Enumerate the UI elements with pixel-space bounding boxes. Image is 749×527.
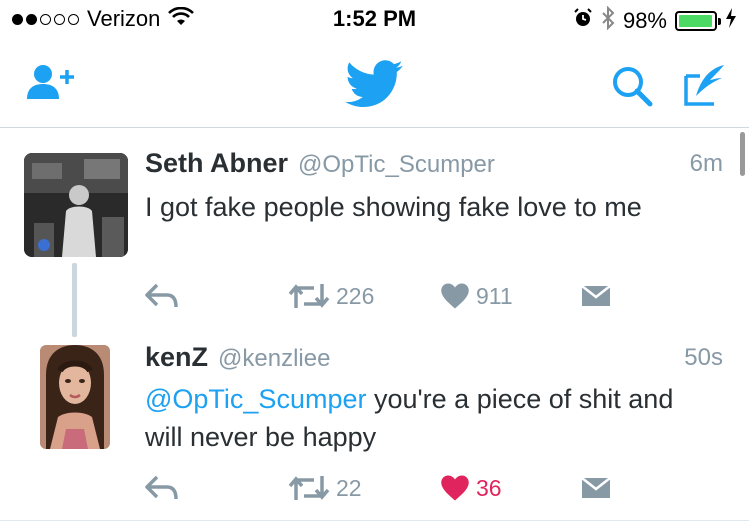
retweet-count: 22 bbox=[336, 474, 362, 501]
timestamp: 50s bbox=[684, 344, 723, 371]
reply-icon bbox=[145, 475, 178, 500]
like-button[interactable]: 36 bbox=[440, 474, 502, 502]
battery-icon bbox=[675, 10, 721, 31]
reply-button[interactable] bbox=[145, 475, 179, 501]
battery-percent: 98% bbox=[622, 7, 667, 33]
navigation-bar bbox=[0, 40, 749, 128]
add-user-icon[interactable] bbox=[26, 62, 76, 102]
compose-icon[interactable] bbox=[682, 62, 728, 108]
direct-message-button[interactable] bbox=[580, 476, 612, 500]
search-icon[interactable] bbox=[610, 64, 654, 108]
status-bar: Verizon 1:52 PM 98% bbox=[0, 0, 749, 40]
thread-connector bbox=[72, 263, 77, 337]
retweet-icon bbox=[288, 284, 330, 308]
like-count: 36 bbox=[476, 474, 502, 501]
tweet-header: kenZ @kenzliee bbox=[145, 342, 330, 373]
bluetooth-icon bbox=[601, 5, 615, 35]
envelope-icon bbox=[581, 285, 611, 306]
heart-icon bbox=[441, 475, 469, 501]
divider bbox=[0, 520, 749, 521]
reply-icon bbox=[145, 283, 178, 308]
timestamp: 6m bbox=[689, 150, 723, 177]
tweet-text: @OpTic_Scumper you're a piece of shit an… bbox=[145, 380, 705, 456]
heart-icon bbox=[441, 283, 469, 309]
battery-level bbox=[679, 14, 713, 27]
display-name[interactable]: Seth Abner bbox=[145, 148, 288, 179]
retweet-count: 226 bbox=[336, 282, 375, 309]
direct-message-button[interactable] bbox=[580, 284, 612, 308]
tweet-text-body: I got fake people showing fake love to m… bbox=[145, 192, 642, 222]
avatar[interactable] bbox=[40, 345, 110, 449]
mention-link[interactable]: @OpTic_Scumper bbox=[145, 384, 366, 414]
reply-button[interactable] bbox=[145, 283, 179, 309]
retweet-icon bbox=[288, 476, 330, 500]
charging-icon bbox=[725, 8, 737, 33]
like-button[interactable]: 911 bbox=[440, 282, 513, 310]
twitter-bird-icon[interactable] bbox=[345, 60, 403, 108]
tweet[interactable]: kenZ @kenzliee 50s @OpTic_Scumper you're… bbox=[0, 342, 749, 522]
retweet-button[interactable]: 226 bbox=[288, 282, 374, 310]
avatar[interactable] bbox=[24, 153, 128, 257]
status-right: 98% bbox=[573, 5, 737, 35]
tweet[interactable]: Seth Abner @OpTic_Scumper 6m I got fake … bbox=[0, 148, 749, 323]
user-handle[interactable]: @kenzliee bbox=[218, 345, 330, 373]
envelope-icon bbox=[581, 477, 611, 498]
tweet-text: I got fake people showing fake love to m… bbox=[145, 188, 705, 226]
display-name[interactable]: kenZ bbox=[145, 342, 208, 373]
tweet-header: Seth Abner @OpTic_Scumper bbox=[145, 148, 495, 179]
retweet-button[interactable]: 22 bbox=[288, 474, 362, 502]
user-handle[interactable]: @OpTic_Scumper bbox=[298, 151, 495, 179]
like-count: 911 bbox=[476, 282, 513, 309]
alarm-icon bbox=[573, 8, 593, 33]
